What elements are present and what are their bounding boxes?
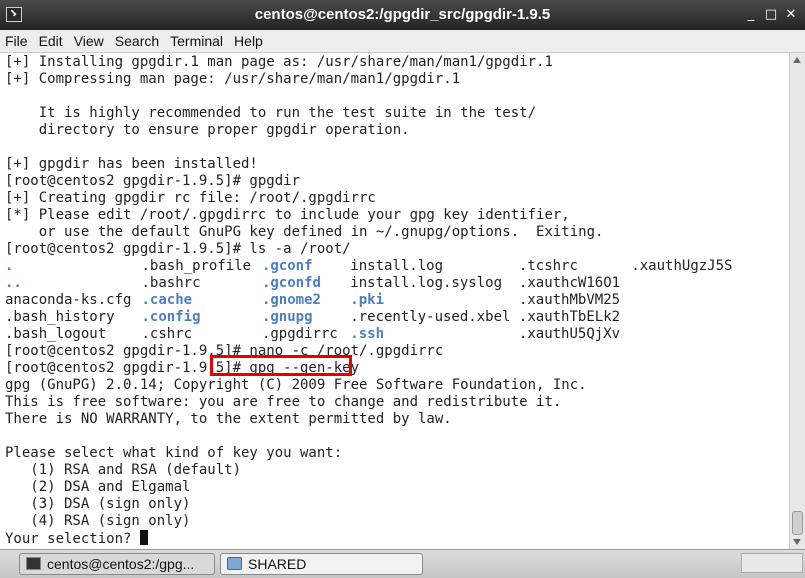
ls-entry: .bash_logout — [5, 326, 107, 342]
terminal-line: [+] Installing gpgdir.1 man page as: /us… — [5, 54, 553, 70]
ls-entry: .tcshrc — [518, 258, 578, 274]
taskbar-item-label: centos@centos2:/gpg... — [47, 556, 195, 572]
folder-icon — [227, 557, 242, 570]
taskbar-item-label: SHARED — [248, 556, 307, 572]
ls-entry: .pki — [350, 292, 384, 308]
maximize-button[interactable]: □ — [763, 7, 779, 23]
ls-entry: .. — [5, 275, 22, 291]
menu-bar: File Edit View Search Terminal Help — [0, 30, 805, 53]
ls-entry: .cshrc — [141, 326, 193, 342]
menu-help[interactable]: Help — [229, 30, 269, 51]
scroll-up-arrow-icon[interactable] — [793, 57, 801, 63]
terminal-line: [*] Please edit /root/.gpgdirrc to inclu… — [5, 207, 570, 223]
vertical-scrollbar[interactable] — [789, 53, 805, 549]
terminal-line: [root@centos2 gpgdir-1.9.5]# gpgdir — [5, 173, 301, 189]
terminal-output[interactable]: [+] Installing gpgdir.1 man page as: /us… — [0, 53, 789, 549]
ls-entry: .ssh — [350, 326, 384, 342]
scrollbar-thumb[interactable] — [792, 511, 803, 535]
title-bar: centos@centos2:/gpgdir_src/gpgdir-1.9.5 … — [0, 0, 805, 31]
terminal-icon — [26, 557, 41, 570]
workspace-switcher[interactable] — [741, 553, 803, 573]
terminal-line: (4) RSA (sign only) — [5, 513, 191, 529]
menu-file[interactable]: File — [0, 30, 34, 51]
ls-entry: install.log — [350, 258, 443, 274]
terminal-line: It is highly recommended to run the test… — [5, 105, 537, 121]
ls-entry: .cache — [141, 292, 193, 308]
taskbar-terminal-button[interactable]: centos@centos2:/gpg... — [19, 553, 215, 575]
terminal-line: gpg (GnuPG) 2.0.14; Copyright (C) 2009 F… — [5, 377, 587, 393]
menu-edit[interactable]: Edit — [34, 30, 69, 51]
menu-search[interactable]: Search — [110, 30, 165, 51]
terminal-line: directory to ensure proper gpgdir operat… — [5, 122, 410, 138]
ls-entry: .gconf — [261, 258, 313, 274]
ls-entry: .xauthTbELk2 — [518, 309, 621, 325]
window-title: centos@centos2:/gpgdir_src/gpgdir-1.9.5 — [254, 6, 551, 23]
ls-entry: install.log.syslog — [350, 275, 502, 291]
terminal-line: (1) RSA and RSA (default) — [5, 462, 242, 478]
ls-entry: .xauthcW16O1 — [518, 275, 621, 291]
ls-entry: .xauthMbVM25 — [518, 292, 621, 308]
minimize-button[interactable]: _ — [743, 7, 759, 23]
taskbar-shared-button[interactable]: SHARED — [220, 553, 423, 575]
ls-entry: anaconda-ks.cfg — [5, 292, 132, 308]
terminal-line: (3) DSA (sign only) — [5, 496, 191, 512]
terminal-line: [root@centos2 gpgdir-1.9.5]# ls -a /root… — [5, 241, 351, 257]
ls-entry: .xauthUgzJ5S — [631, 258, 733, 274]
ls-entry: .gnome2 — [261, 292, 321, 308]
scroll-down-arrow-icon[interactable] — [793, 539, 801, 545]
ls-entry: .gpgdirrc — [261, 326, 338, 342]
ls-entry: .xauthU5QjXv — [518, 326, 621, 342]
terminal-line: There is NO WARRANTY, to the extent perm… — [5, 411, 452, 427]
terminal-line: This is free software: you are free to c… — [5, 394, 562, 410]
selection-prompt: Your selection? — [5, 531, 140, 547]
ls-entry: .bash_history — [5, 309, 115, 325]
terminal-line: or use the default GnuPG key defined in … — [5, 224, 604, 240]
close-button[interactable]: ✕ — [783, 7, 799, 23]
ls-entry: .gconfd — [261, 275, 321, 291]
selection-prompt-line[interactable]: Your selection? — [5, 530, 148, 547]
ls-entry: .recently-used.xbel — [350, 309, 511, 325]
terminal-line: (2) DSA and Elgamal — [5, 479, 191, 495]
ls-entry: .bashrc — [141, 275, 201, 291]
terminal-line: Please select what kind of key you want: — [5, 445, 343, 461]
ls-entry: .bash_profile — [141, 258, 252, 274]
menu-terminal[interactable]: Terminal — [165, 30, 229, 51]
menu-view[interactable]: View — [69, 30, 110, 51]
terminal-line: [+] Compressing man page: /usr/share/man… — [5, 71, 461, 87]
ls-entry: .config — [141, 309, 201, 325]
terminal-line: [+] Creating gpgdir rc file: /root/.gpgd… — [5, 190, 376, 206]
highlight-annotation-box — [210, 355, 352, 376]
ls-entry: . — [5, 258, 14, 274]
taskbar: centos@centos2:/gpg... SHARED — [0, 549, 805, 578]
ls-entry: .gnupg — [261, 309, 313, 325]
terminal-line: [+] gpgdir has been installed! — [5, 156, 258, 172]
text-cursor — [139, 530, 148, 545]
